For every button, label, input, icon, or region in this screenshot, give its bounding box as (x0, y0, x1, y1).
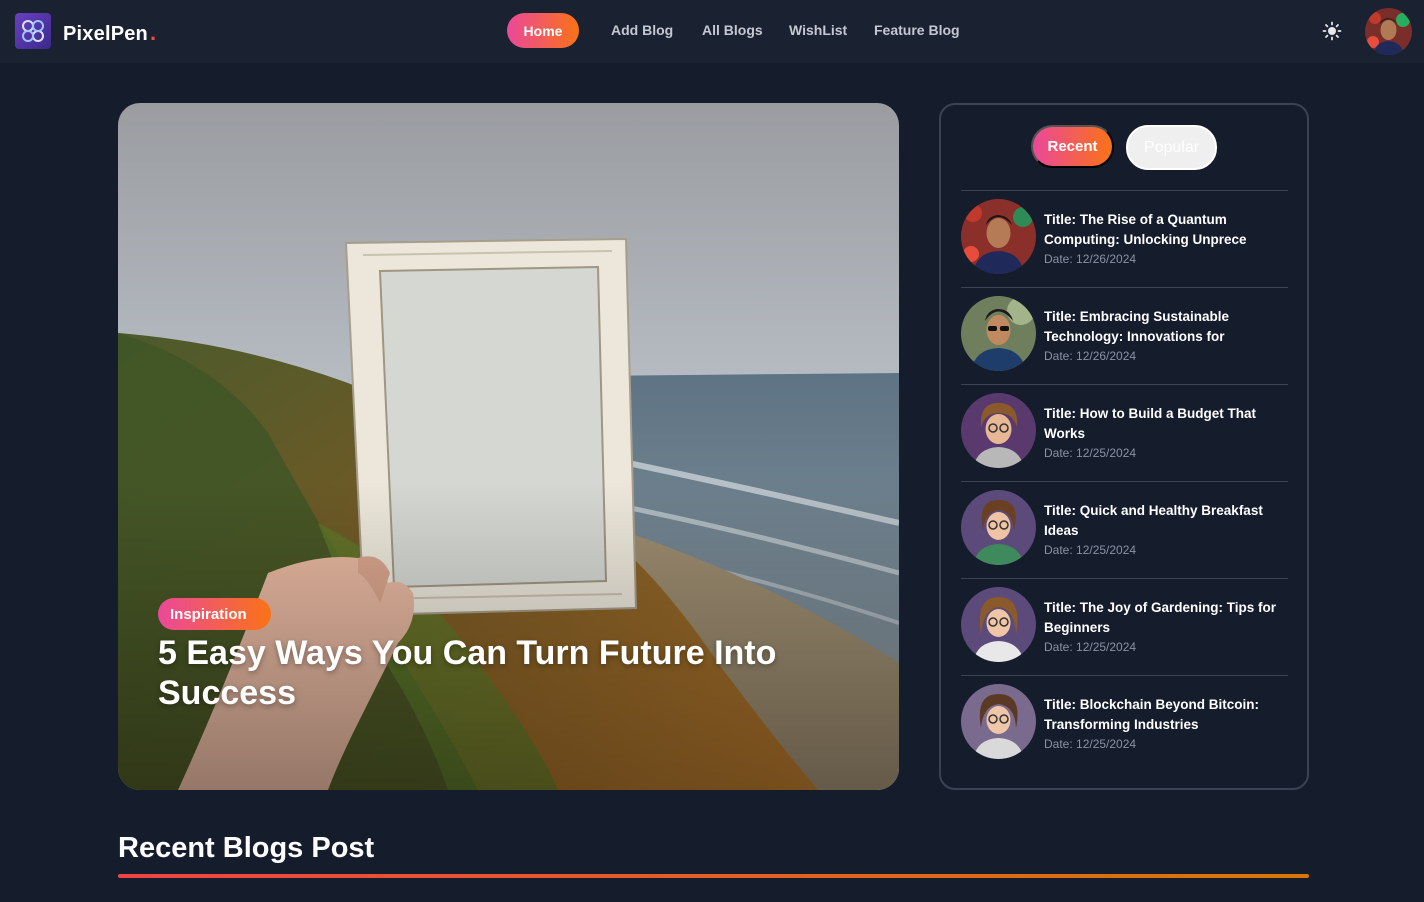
avatar (961, 587, 1036, 662)
post-title[interactable]: Title: Quick and Healthy Breakfast Ideas (1044, 501, 1284, 541)
list-item[interactable]: Title: The Joy of Gardening: Tips for Be… (961, 578, 1288, 675)
post-date: Date: 12/25/2024 (1044, 543, 1137, 557)
nav-add-blog[interactable]: Add Blog (611, 22, 673, 38)
hero-featured-post[interactable]: Inspiration 5 Easy Ways You Can Turn Fut… (118, 103, 899, 790)
hero-title[interactable]: 5 Easy Ways You Can Turn Future Into Suc… (158, 633, 838, 713)
brand-dot: . (149, 20, 157, 45)
post-title[interactable]: Title: Embracing Sustainable Technology:… (1044, 307, 1284, 347)
tab-popular[interactable]: Popular (1126, 125, 1217, 170)
list-item[interactable]: Title: How to Build a Budget That Works … (961, 384, 1288, 481)
list-item[interactable]: Title: Embracing Sustainable Technology:… (961, 287, 1288, 384)
avatar (961, 490, 1036, 565)
list-item[interactable]: Title: Quick and Healthy Breakfast Ideas… (961, 481, 1288, 578)
list-item[interactable]: Title: The Rise of a Quantum Computing: … (961, 190, 1288, 287)
brand-name[interactable]: PixelPen. (63, 20, 156, 46)
user-avatar[interactable] (1365, 8, 1412, 55)
nav-home[interactable]: Home (507, 13, 579, 48)
nav-feature-blog[interactable]: Feature Blog (874, 22, 960, 38)
nav-all-blogs[interactable]: All Blogs (702, 22, 763, 38)
post-date: Date: 12/25/2024 (1044, 737, 1137, 751)
avatar (961, 296, 1036, 371)
list-item[interactable]: Title: Blockchain Beyond Bitcoin: Transf… (961, 675, 1288, 772)
avatar (961, 684, 1036, 759)
tab-recent[interactable]: Recent (1031, 125, 1114, 168)
post-title[interactable]: Title: How to Build a Budget That Works (1044, 404, 1284, 444)
category-badge[interactable]: Inspiration (158, 598, 271, 630)
section-title: Recent Blogs Post (118, 832, 375, 864)
navbar: PixelPen. Home Add Blog All Blogs WishLi… (0, 0, 1424, 63)
post-title[interactable]: Title: Blockchain Beyond Bitcoin: Transf… (1044, 695, 1284, 735)
post-title[interactable]: Title: The Joy of Gardening: Tips for Be… (1044, 598, 1284, 638)
sidebar-post-list: Recent Popular Title: The Rise of a Quan… (939, 103, 1309, 790)
nav-wishlist[interactable]: WishList (789, 22, 847, 38)
section-underline (118, 874, 1309, 878)
avatar (961, 393, 1036, 468)
post-date: Date: 12/25/2024 (1044, 640, 1137, 654)
avatar (961, 199, 1036, 274)
logo-icon[interactable] (15, 13, 51, 49)
post-date: Date: 12/26/2024 (1044, 252, 1137, 266)
post-title[interactable]: Title: The Rise of a Quantum Computing: … (1044, 210, 1284, 250)
post-date: Date: 12/25/2024 (1044, 446, 1137, 460)
post-date: Date: 12/26/2024 (1044, 349, 1137, 363)
brand-text: PixelPen (63, 23, 148, 45)
sun-icon[interactable] (1322, 21, 1342, 41)
